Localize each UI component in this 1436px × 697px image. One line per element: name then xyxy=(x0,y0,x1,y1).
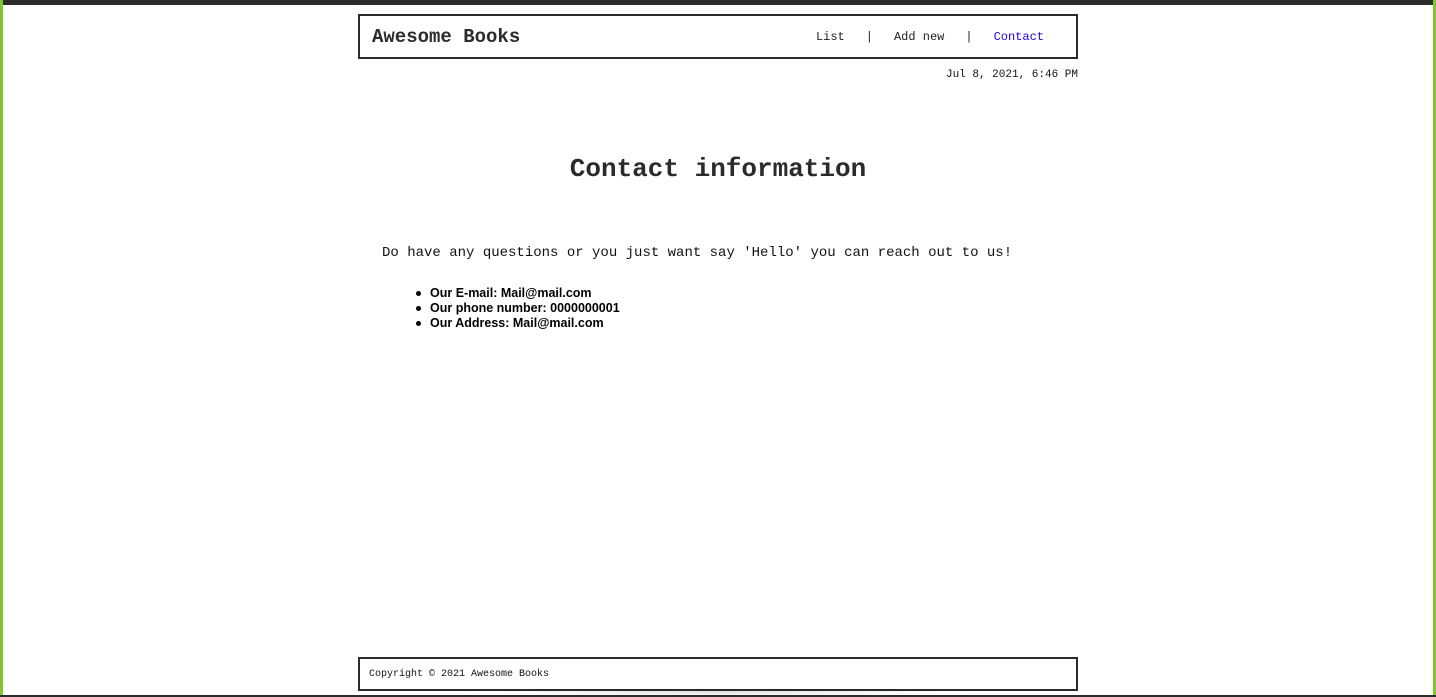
contact-intro: Do have any questions or you just want s… xyxy=(382,245,1013,261)
nav-link-add-new[interactable]: Add new xyxy=(894,30,944,44)
contact-email-item: Our E-mail: Mail@mail.com xyxy=(416,286,620,301)
bullet-icon xyxy=(416,321,421,326)
window-left-border xyxy=(0,0,3,697)
nav-separator: | xyxy=(865,29,873,44)
contact-address-text: Our Address: Mail@mail.com xyxy=(430,316,604,330)
contact-address-item: Our Address: Mail@mail.com xyxy=(416,316,620,331)
nav-separator: | xyxy=(965,29,973,44)
contact-email-text: Our E-mail: Mail@mail.com xyxy=(430,286,592,300)
copyright-text: Copyright © 2021 Awesome Books xyxy=(369,668,550,680)
scroll-shadow xyxy=(462,688,974,696)
nav-link-list[interactable]: List xyxy=(816,30,845,44)
bullet-icon xyxy=(416,306,421,311)
window-top-border xyxy=(0,0,1436,5)
site-header: Awesome Books List | Add new | Contact xyxy=(358,14,1078,59)
site-footer: Copyright © 2021 Awesome Books xyxy=(358,657,1078,691)
nav-link-contact[interactable]: Contact xyxy=(994,30,1044,44)
page-title: Contact information xyxy=(569,154,867,184)
current-datetime: Jul 8, 2021, 6:46 PM xyxy=(945,69,1078,81)
bullet-icon xyxy=(416,291,421,296)
contact-phone-text: Our phone number: 0000000001 xyxy=(430,301,620,315)
brand-title: Awesome Books xyxy=(372,25,521,48)
contact-phone-item: Our phone number: 0000000001 xyxy=(416,301,620,316)
contact-info-list: Our E-mail: Mail@mail.com Our phone numb… xyxy=(416,286,620,331)
main-nav: List | Add new | Contact xyxy=(816,30,1044,44)
